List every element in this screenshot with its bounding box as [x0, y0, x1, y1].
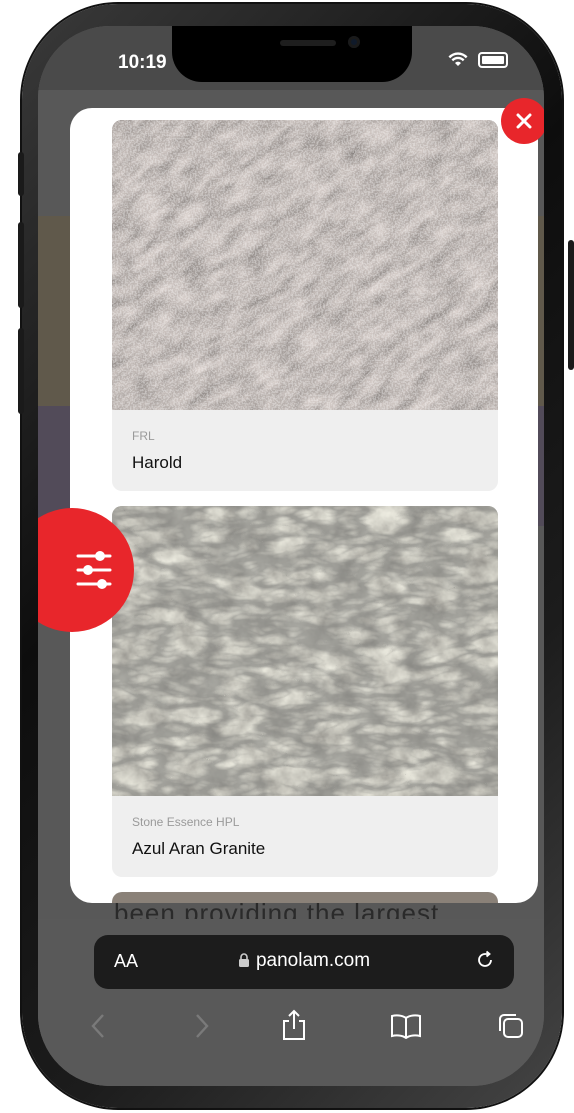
product-category: Stone Essence HPL [132, 815, 240, 829]
product-card[interactable]: Stone Essence HPL Azul Aran Granite [112, 506, 498, 877]
screen: 10:19 been providing the largest FRL Har… [38, 26, 544, 1086]
status-icons [448, 52, 508, 68]
mute-switch [18, 152, 24, 196]
back-icon[interactable] [88, 1011, 108, 1041]
product-name: Harold [132, 453, 183, 472]
share-icon[interactable] [280, 1009, 308, 1041]
product-swatch-image [112, 506, 498, 796]
product-category: FRL [132, 429, 155, 443]
lock-icon [238, 953, 249, 967]
product-card[interactable] [112, 892, 498, 903]
forward-icon[interactable] [192, 1011, 212, 1041]
bookmarks-icon[interactable] [390, 1013, 422, 1039]
close-icon [516, 113, 532, 129]
url-text: panolam.com [255, 950, 371, 971]
safari-toolbar: AA panolam.com [38, 919, 544, 1086]
status-bar: 10:19 [38, 26, 544, 90]
product-swatch-image [112, 120, 498, 491]
volume-up-button [18, 222, 24, 308]
filter-button[interactable] [38, 508, 134, 632]
clock: 10:19 [118, 52, 167, 73]
speaker [280, 40, 336, 46]
notch [172, 26, 412, 82]
url-display[interactable]: panolam.com [94, 950, 514, 972]
product-modal: FRL Harold Stone Essence HPL Azul Aran G… [70, 108, 538, 903]
battery-icon [478, 52, 508, 68]
power-button [568, 240, 574, 370]
wifi-icon [448, 52, 468, 66]
front-camera [348, 36, 360, 48]
address-bar[interactable]: AA panolam.com [94, 935, 514, 989]
product-card[interactable]: FRL Harold [112, 120, 498, 491]
product-name: Azul Aran Granite [132, 839, 266, 858]
close-modal-button[interactable] [501, 98, 544, 144]
tabs-icon[interactable] [496, 1011, 526, 1041]
filter-sliders-icon [76, 551, 112, 589]
reload-icon[interactable] [474, 949, 496, 971]
volume-down-button [18, 328, 24, 414]
